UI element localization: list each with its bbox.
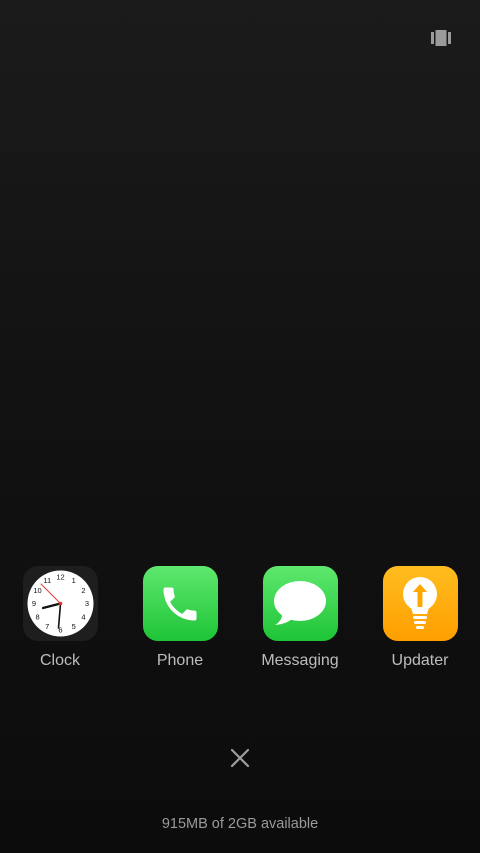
clock-number-4: 4 [81,612,85,621]
clock-icon: 12 1 2 3 4 5 6 7 8 9 10 11 [22,566,98,641]
app-label-updater: Updater [391,652,449,669]
app-phone[interactable]: Phone [130,566,230,670]
phone-icon [142,566,218,641]
recent-apps-row: 12 1 2 3 4 5 6 7 8 9 10 11 Clock Phone M… [0,566,480,676]
app-messaging[interactable]: Messaging [250,566,350,670]
clock-number-8: 8 [35,612,39,621]
clock-number-5: 5 [71,622,75,631]
recent-apps-screen: { "top_right": { "icon": "multi-window-i… [0,0,480,853]
close-icon [230,748,250,768]
app-label-phone: Phone [156,652,204,669]
memory-status: 915MB of 2GB available [161,816,319,832]
app-label-clock: Clock [39,652,80,669]
multi-window-button[interactable] [427,27,455,49]
message-bubble-icon [262,566,338,641]
multi-window-icon [431,30,451,46]
app-updater[interactable]: Updater [370,566,470,670]
clock-number-9: 9 [31,599,35,608]
clock-number-10: 10 [33,586,41,595]
clock-number-7: 7 [45,622,49,631]
app-label-messaging: Messaging [261,652,339,669]
lightbulb-upload-icon [382,566,458,641]
clock-number-11: 11 [43,576,51,585]
clock-number-12: 12 [56,573,64,582]
close-all-button[interactable] [228,746,252,770]
clock-number-3: 3 [84,599,88,608]
clock-number-1: 1 [71,576,75,585]
clock-number-2: 2 [81,586,85,595]
app-clock[interactable]: 12 1 2 3 4 5 6 7 8 9 10 11 Clock [10,566,110,670]
